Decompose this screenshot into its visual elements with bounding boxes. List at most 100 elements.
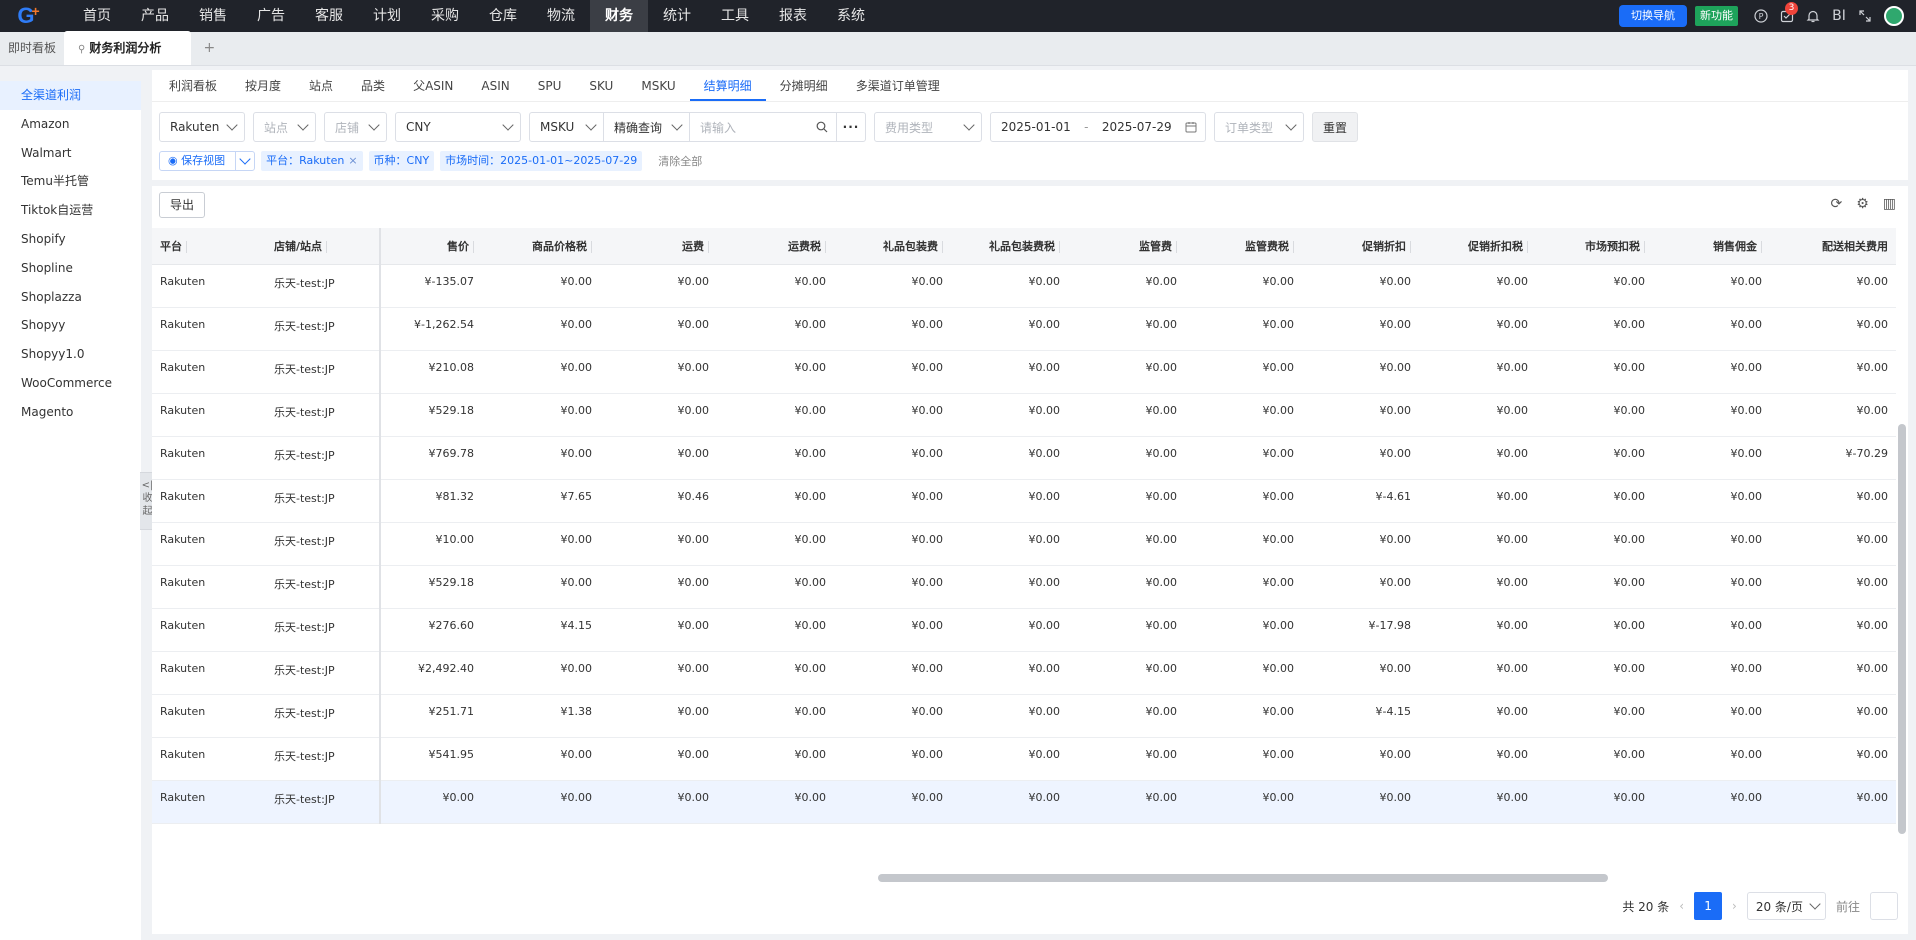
search-mode-select[interactable]: 精确查询 [603,112,690,142]
column-header[interactable]: 配送相关费用 [1770,228,1896,265]
date-start[interactable]: 2025-01-01 [1001,120,1071,134]
table-row[interactable]: Rakuten 乐天-test:JP ¥276.60 ¥4.15 ¥0.00 ¥0.00 ¥… [152,608,1896,652]
chip-market-time[interactable]: 市场时间：2025-01-01~2025-07-29 [440,151,643,171]
search-field-select[interactable]: MSKU [529,112,604,142]
table-row[interactable]: Rakuten 乐天-test:JP ¥210.08 ¥0.00 ¥0.00 ¥0.00 ¥… [152,350,1896,394]
chip-currency[interactable]: 币种：CNY [368,151,435,171]
new-feature-button[interactable]: 新功能 [1695,6,1738,26]
subtab-6[interactable]: SPU [524,70,576,101]
sidebar-item-10[interactable]: WooCommerce [0,369,141,398]
column-header[interactable]: 礼品包装费 [834,228,951,265]
nav-item-6[interactable]: 采购 [416,0,474,32]
column-header[interactable]: 市场预扣税 [1536,228,1653,265]
columns-icon[interactable]: ▥ [1883,196,1896,212]
table-row[interactable]: Rakuten 乐天-test:JP ¥529.18 ¥0.00 ¥0.00 ¥0.00 ¥… [152,565,1896,609]
nav-item-4[interactable]: 客服 [300,0,358,32]
subtab-0[interactable]: 利润看板 [155,70,231,101]
column-header[interactable]: 运费 [600,228,717,265]
table-row[interactable]: Rakuten 乐天-test:JP ¥2,492.40 ¥0.00 ¥0.00 ¥0.0… [152,651,1896,695]
search-icon[interactable] [816,121,828,133]
nav-item-1[interactable]: 产品 [126,0,184,32]
column-header[interactable]: 礼品包装费税 [951,228,1068,265]
help-icon[interactable]: P [1748,0,1774,32]
page-1-button[interactable]: 1 [1694,892,1723,920]
subtab-8[interactable]: MSKU [627,70,689,101]
app-logo[interactable]: G+ [0,0,54,32]
table-row[interactable]: Rakuten 乐天-test:JP ¥81.32 ¥7.65 ¥0.46 ¥0.00 ¥0… [152,479,1896,523]
column-header[interactable]: 商品价格税 [482,228,600,265]
subtab-4[interactable]: 父ASIN [399,70,467,101]
subtab-11[interactable]: 多渠道订单管理 [842,70,954,101]
site-select[interactable]: 站点 [253,112,316,142]
sidebar-item-8[interactable]: Shopyy [0,311,141,340]
nav-item-9[interactable]: 财务 [590,0,648,32]
sidebar-item-5[interactable]: Shopify [0,225,141,254]
sidebar-item-7[interactable]: Shoplazza [0,283,141,312]
nav-item-2[interactable]: 销售 [184,0,242,32]
table-row[interactable]: Rakuten 乐天-test:JP ¥529.18 ¥0.00 ¥0.00 ¥0.00 ¥… [152,393,1896,437]
avatar[interactable] [1884,6,1904,26]
gear-icon[interactable]: ⚙ [1856,196,1869,212]
add-tab-button[interactable]: + [191,31,227,65]
currency-select[interactable]: CNY [395,112,521,142]
bell-icon[interactable] [1800,0,1826,32]
vertical-scrollbar[interactable] [1898,424,1906,834]
save-view-button[interactable]: ◉ 保存视图 [159,151,256,171]
table-row[interactable]: Rakuten 乐天-test:JP ¥-1,262.54 ¥0.00 ¥0.00 ¥0.… [152,307,1896,351]
column-header[interactable]: 平台 [152,228,266,265]
sidebar-item-1[interactable]: Amazon [0,110,141,139]
nav-item-12[interactable]: 报表 [764,0,822,32]
tab-finance-profit[interactable]: ⚲ 财务利润分析 [64,31,192,65]
nav-item-5[interactable]: 计划 [358,0,416,32]
column-header[interactable]: 监管费 [1068,228,1185,265]
column-header[interactable]: 店铺/站点 [266,228,381,265]
nav-item-10[interactable]: 统计 [648,0,706,32]
subtab-10[interactable]: 分摊明细 [766,70,842,101]
switch-nav-button[interactable]: 切换导航 [1619,5,1687,27]
reset-button[interactable]: 重置 [1312,112,1359,142]
next-page-icon[interactable]: › [1732,899,1737,913]
column-header[interactable]: 售价 [380,228,482,265]
table-row[interactable]: Rakuten 乐天-test:JP ¥0.00 ¥0.00 ¥0.00 ¥0.00 ¥0.… [152,780,1896,824]
goto-page-input[interactable] [1870,892,1898,920]
tab-dashboard[interactable]: 即时看板 [0,31,64,65]
table-row[interactable]: Rakuten 乐天-test:JP ¥251.71 ¥1.38 ¥0.00 ¥0.00 ¥… [152,694,1896,738]
column-header[interactable]: 销售佣金 [1653,228,1770,265]
chip-platform[interactable]: 平台：Rakuten × [261,151,363,171]
table-row[interactable]: Rakuten 乐天-test:JP ¥10.00 ¥0.00 ¥0.00 ¥0.00 ¥0… [152,522,1896,566]
table-row[interactable]: Rakuten 乐天-test:JP ¥769.78 ¥0.00 ¥0.00 ¥0.00 ¥… [152,436,1896,480]
sidebar-item-6[interactable]: Shopline [0,254,141,283]
export-button[interactable]: 导出 [159,192,206,218]
horizontal-scrollbar[interactable] [878,874,1608,882]
platform-select[interactable]: Rakuten [159,112,245,142]
sidebar-item-4[interactable]: Tiktok自运营 [0,196,141,225]
order-type-select[interactable]: 订单类型 [1214,112,1304,142]
column-header[interactable]: 运费税 [717,228,834,265]
clear-all-link[interactable]: 清除全部 [658,153,702,169]
sidebar-item-0[interactable]: 全渠道利润 [0,81,141,110]
fullscreen-icon[interactable] [1852,0,1878,32]
nav-item-8[interactable]: 物流 [532,0,590,32]
more-options-button[interactable]: ··· [836,112,866,142]
subtab-9[interactable]: 结算明细 [689,70,766,101]
subtab-5[interactable]: ASIN [467,70,523,101]
subtab-1[interactable]: 按月度 [231,70,295,101]
store-select[interactable]: 店铺 [324,112,387,142]
fee-type-select[interactable]: 费用类型 [874,112,982,142]
nav-item-11[interactable]: 工具 [706,0,764,32]
nav-item-7[interactable]: 仓库 [474,0,532,32]
page-size-select[interactable]: 20 条/页 [1746,892,1826,920]
table-row[interactable]: Rakuten 乐天-test:JP ¥541.95 ¥0.00 ¥0.00 ¥0.00 ¥… [152,737,1896,781]
task-icon[interactable]: 3 [1774,0,1800,32]
prev-page-icon[interactable]: ‹ [1679,899,1684,913]
column-header[interactable]: 促销折扣税 [1419,228,1536,265]
table-row[interactable]: Rakuten 乐天-test:JP ¥-135.07 ¥0.00 ¥0.00 ¥0.00… [152,264,1896,308]
nav-item-0[interactable]: 首页 [68,0,126,32]
subtab-2[interactable]: 站点 [295,70,347,101]
refresh-icon[interactable]: ⟳ [1830,196,1842,212]
sidebar-item-9[interactable]: Shopyy1.0 [0,340,141,369]
sidebar-item-2[interactable]: Walmart [0,139,141,168]
subtab-7[interactable]: SKU [575,70,627,101]
date-range-picker[interactable]: 2025-01-01 - 2025-07-29 [990,112,1206,142]
nav-item-3[interactable]: 广告 [242,0,300,32]
